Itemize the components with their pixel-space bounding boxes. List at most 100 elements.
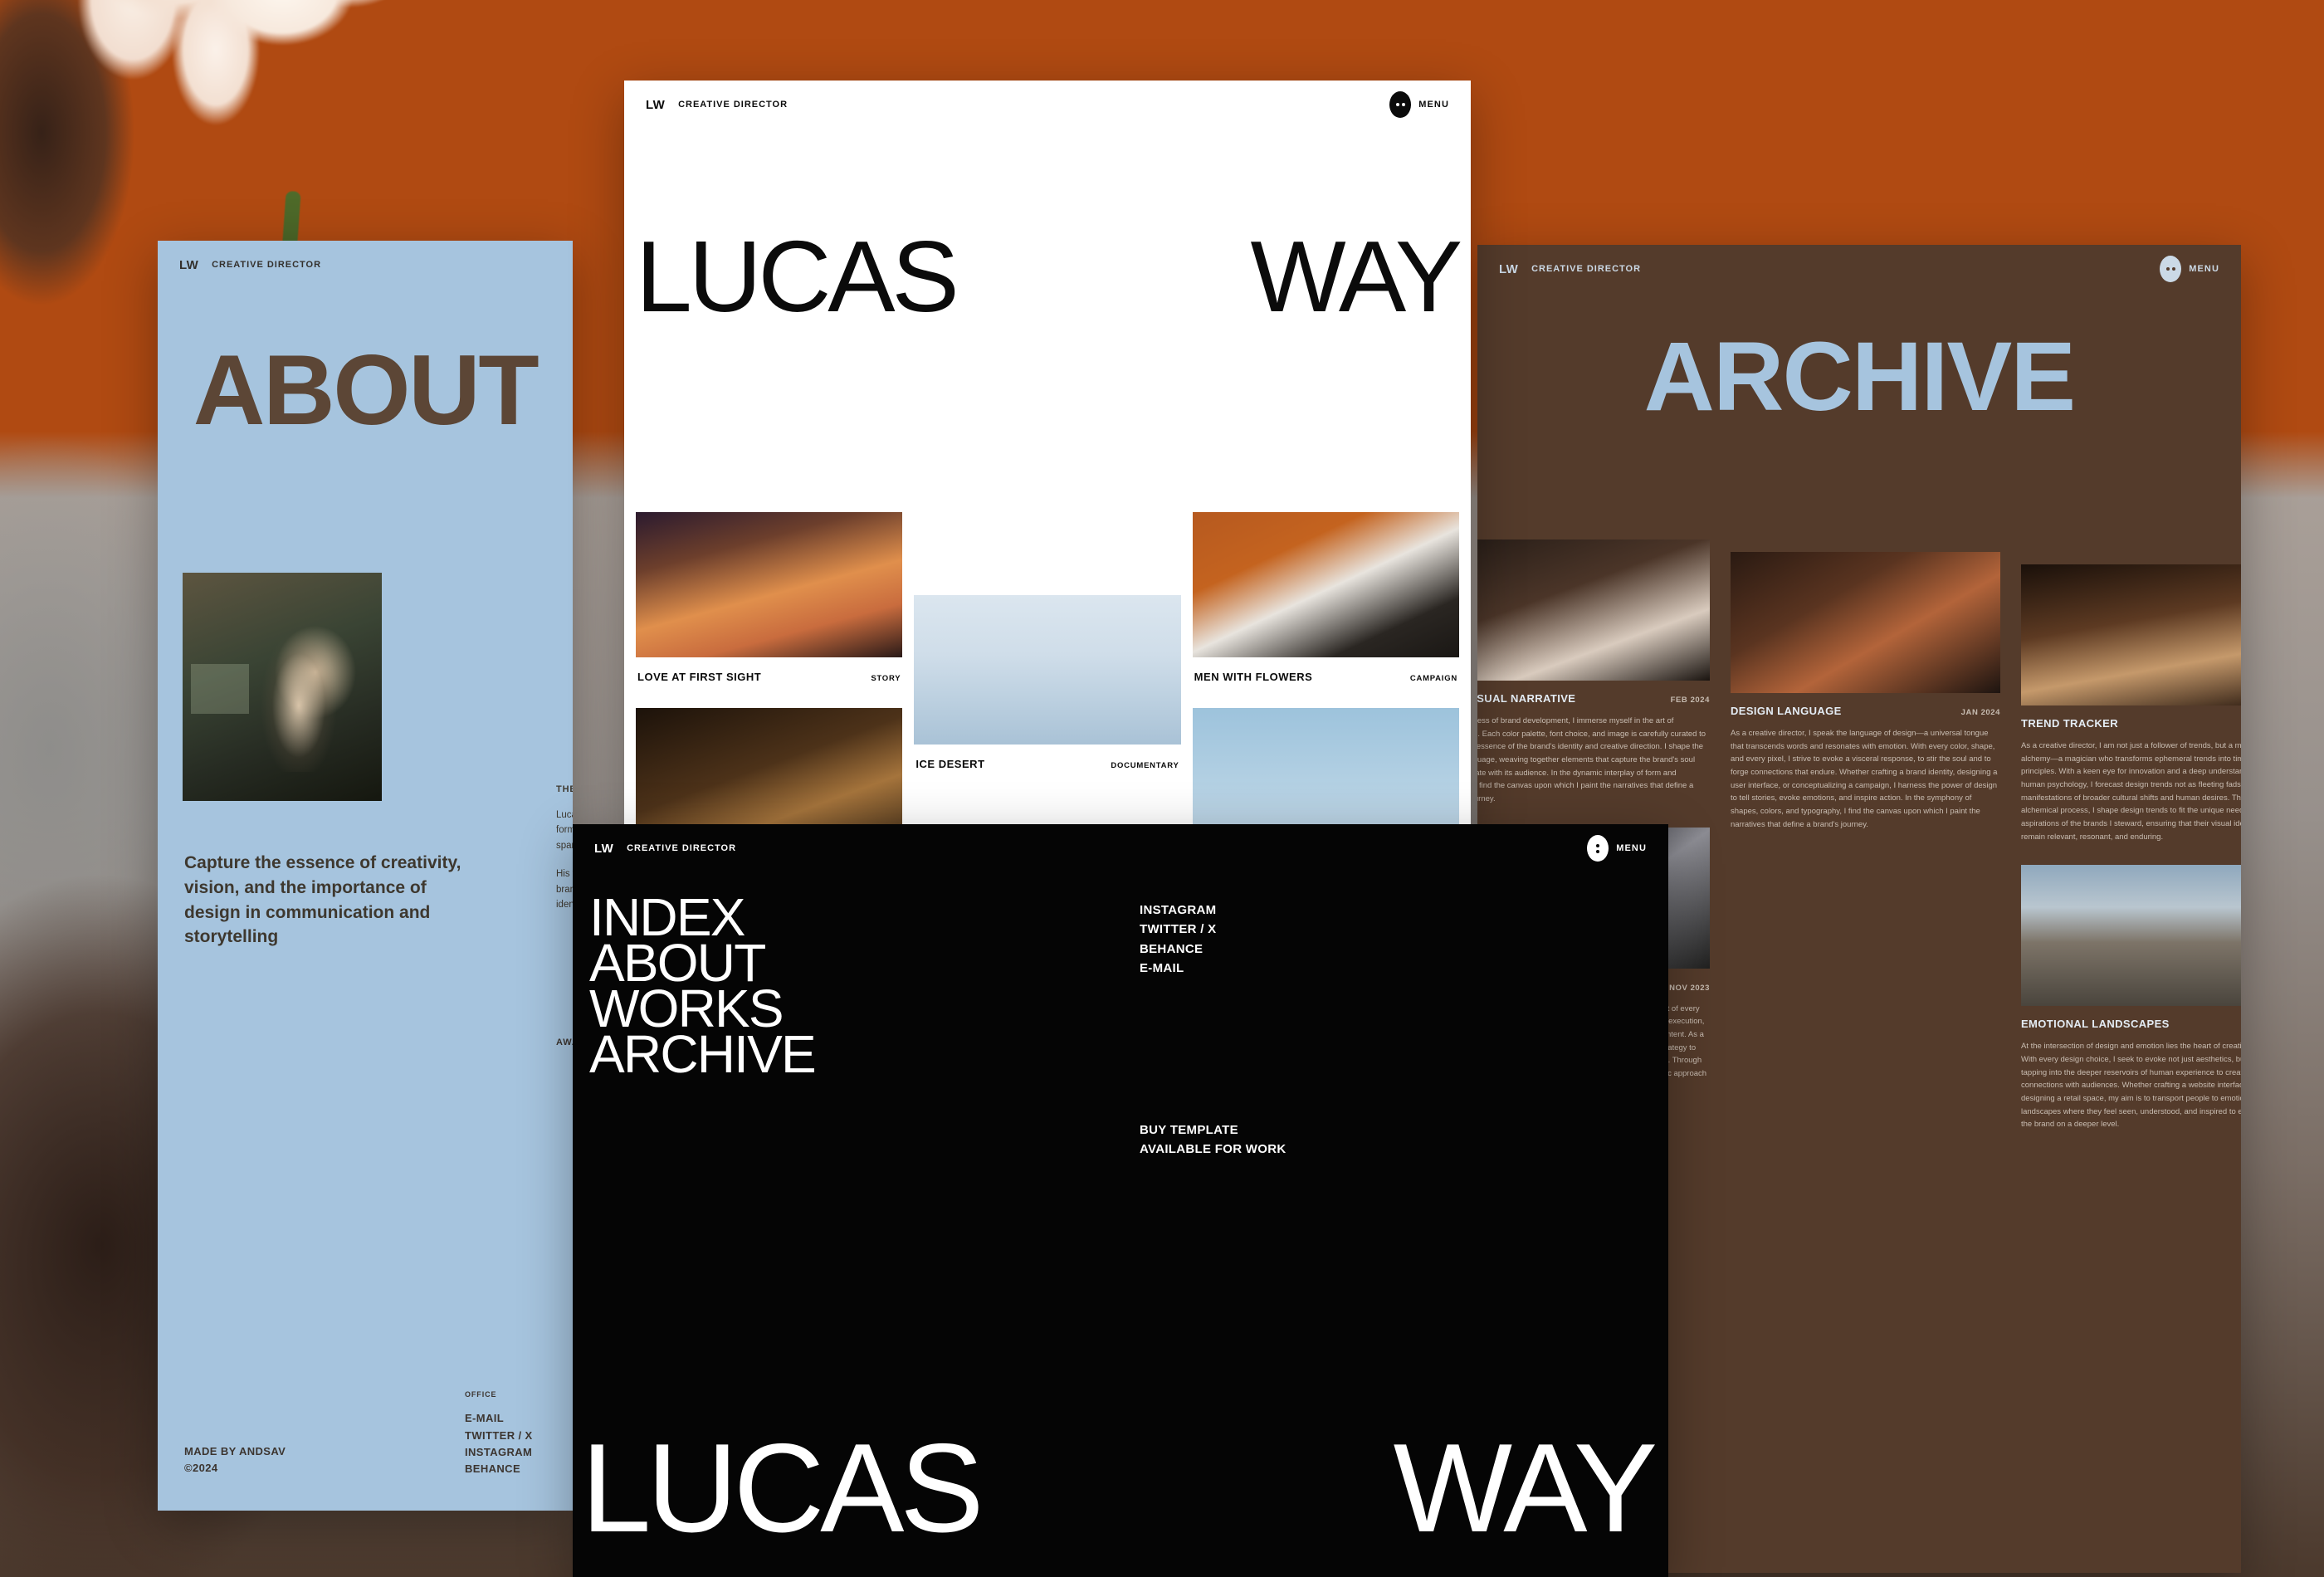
logo-lw[interactable]: LW xyxy=(646,98,665,112)
archive-entry[interactable]: TREND TRACKER JAN 2024 As a creative dir… xyxy=(2021,564,2241,843)
index-hero-name: LUCAS WAY xyxy=(636,220,1462,333)
office-link-instagram[interactable]: INSTAGRAM xyxy=(465,1444,533,1461)
menu-dots-icon[interactable] xyxy=(1389,91,1412,118)
menu-dots-vertical-icon[interactable] xyxy=(1587,835,1609,862)
work-thumbnail[interactable] xyxy=(636,708,903,828)
archive-thumbnail[interactable] xyxy=(2021,865,2241,1007)
work-thumbnail[interactable] xyxy=(914,595,1181,745)
menu-button-label: MENU xyxy=(1418,100,1449,110)
work-meta: ICE DESERT DOCUMENTARY xyxy=(914,745,1180,788)
menu-button-label: MENU xyxy=(1616,843,1647,853)
index-menu-button[interactable]: MENU xyxy=(1389,91,1449,118)
work-category: CAMPAIGN xyxy=(1409,674,1457,683)
work-item[interactable]: MEN WITH FLOWERS CAMPAIGN xyxy=(1192,512,1459,701)
menu-navigation-list: INDEX ABOUT WORKS ARCHIVE xyxy=(589,891,817,1081)
menu-dot xyxy=(2165,267,2170,271)
about-card-header: LW CREATIVE DIRECTOR xyxy=(158,241,573,289)
about-statement-text: Capture the essence of creativity, visio… xyxy=(184,853,461,947)
menu-dot xyxy=(1596,843,1600,847)
social-link-behance[interactable]: BEHANCE xyxy=(1140,940,1216,959)
about-page-title: ABOUT xyxy=(193,334,540,446)
menu-overlay-card[interactable]: LW CREATIVE DIRECTOR MENU INDEX ABOUT WO… xyxy=(573,824,1668,1577)
archive-column-2: DESIGN LANGUAGE JAN 2024 As a creative d… xyxy=(1731,552,2000,852)
index-works-grid: LOVE AT FIRST SIGHT STORY ICE DESERT DOC… xyxy=(636,512,1459,828)
hero-first-name: LUCAS xyxy=(636,220,959,333)
archive-entry-body: At the intersection of design and emotio… xyxy=(2021,1042,2241,1130)
logo-role-label: CREATIVE DIRECTOR xyxy=(212,260,322,270)
work-title: LOVE AT FIRST SIGHT xyxy=(637,671,762,683)
office-link-email[interactable]: E-MAIL xyxy=(465,1410,533,1427)
social-link-email[interactable]: E-MAIL xyxy=(1140,959,1216,978)
archive-entry-body: As a creative director, I speak the lang… xyxy=(1731,729,1998,829)
about-story-kicker: THE STORY xyxy=(556,784,573,794)
work-meta: MEN WITH FLOWERS CAMPAIGN xyxy=(1193,657,1459,701)
work-item[interactable] xyxy=(1192,708,1459,828)
about-story-paragraph-1: Lucas's journey into design began during… xyxy=(556,810,573,851)
works-column-left: LOVE AT FIRST SIGHT STORY xyxy=(636,512,903,828)
archive-entry-title: TREND TRACKER xyxy=(2021,717,2119,730)
about-footer-credit: MADE BY ANDSAV ©2024 xyxy=(184,1443,286,1476)
hero-last-name: WAY xyxy=(1393,1418,1658,1560)
buy-template-link[interactable]: BUY TEMPLATE xyxy=(1140,1120,1286,1140)
work-thumbnail[interactable] xyxy=(1192,708,1459,828)
social-link-instagram[interactable]: INSTAGRAM xyxy=(1140,901,1216,920)
work-title: MEN WITH FLOWERS xyxy=(1194,671,1313,683)
archive-entry-meta: EMOTIONAL LANDSCAPES NOV 2023 xyxy=(2021,1018,2241,1030)
work-item[interactable]: ICE DESERT DOCUMENTARY xyxy=(914,595,1181,788)
logo-role-label: CREATIVE DIRECTOR xyxy=(1531,264,1642,274)
menu-dots-icon[interactable] xyxy=(2160,256,2182,282)
made-by-label: MADE BY ANDSAV xyxy=(184,1445,286,1457)
archive-page-title: ARCHIVE xyxy=(1643,322,2076,432)
menu-dot xyxy=(2171,267,2175,271)
menu-social-links: INSTAGRAM TWITTER / X BEHANCE E-MAIL xyxy=(1140,901,1216,978)
about-page-card[interactable]: LW CREATIVE DIRECTOR ABOUT Capture the e… xyxy=(158,241,573,1511)
archive-card-header: LW CREATIVE DIRECTOR MENU xyxy=(1477,245,2241,293)
menu-button-label: MENU xyxy=(2189,264,2219,274)
menu-close-button[interactable]: MENU xyxy=(1587,835,1647,862)
menu-dot xyxy=(1401,103,1405,106)
archive-entry[interactable]: THE VISUAL NARRATIVE FEB 2024 In the pro… xyxy=(1477,540,1710,806)
nav-item-archive[interactable]: ARCHIVE xyxy=(589,1028,817,1081)
logo-role-label: CREATIVE DIRECTOR xyxy=(678,100,788,110)
archive-entry-meta: TREND TRACKER JAN 2024 xyxy=(2021,717,2241,730)
hero-last-name: WAY xyxy=(1250,220,1462,333)
portrait-person xyxy=(261,631,336,772)
work-thumbnail[interactable] xyxy=(1192,512,1459,657)
work-thumbnail[interactable] xyxy=(636,512,903,657)
work-item[interactable]: LOVE AT FIRST SIGHT STORY xyxy=(636,512,903,701)
archive-thumbnail[interactable] xyxy=(1477,540,1710,681)
about-story-block: THE STORY Lucas's journey into design be… xyxy=(556,784,573,912)
archive-entry-title: DESIGN LANGUAGE xyxy=(1731,705,1842,717)
office-kicker-label: OFFICE xyxy=(465,1389,497,1399)
office-link-twitter[interactable]: TWITTER / X xyxy=(465,1428,533,1444)
archive-entry-title: EMOTIONAL LANDSCAPES xyxy=(2021,1018,2170,1031)
menu-hero-name: LUCAS WAY xyxy=(581,1418,1658,1560)
archive-thumbnail[interactable] xyxy=(1731,552,2000,693)
copyright-year: ©2024 xyxy=(184,1461,218,1474)
logo-lw[interactable]: LW xyxy=(179,258,198,272)
logo-role-label: CREATIVE DIRECTOR xyxy=(627,843,737,853)
social-link-twitter[interactable]: TWITTER / X xyxy=(1140,920,1216,939)
works-column-right: MEN WITH FLOWERS CAMPAIGN xyxy=(1192,512,1459,828)
archive-thumbnail[interactable] xyxy=(2021,564,2241,706)
about-office-links: OFFICE E-MAIL TWITTER / X INSTAGRAM BEHA… xyxy=(465,1389,533,1478)
works-column-mid: ICE DESERT DOCUMENTARY xyxy=(914,512,1181,828)
available-for-work-link[interactable]: AVAILABLE FOR WORK xyxy=(1140,1140,1286,1159)
menu-card-header: LW CREATIVE DIRECTOR MENU xyxy=(573,824,1668,872)
archive-entry[interactable]: EMOTIONAL LANDSCAPES NOV 2023 At the int… xyxy=(2021,865,2241,1131)
work-category: DOCUMENTARY xyxy=(1111,761,1179,770)
office-link-behance[interactable]: BEHANCE xyxy=(465,1461,533,1477)
menu-dot xyxy=(1596,849,1600,853)
work-item[interactable] xyxy=(636,708,903,828)
hero-first-name: LUCAS xyxy=(581,1418,984,1560)
archive-entry[interactable]: DESIGN LANGUAGE JAN 2024 As a creative d… xyxy=(1731,552,2000,831)
index-card-header: LW CREATIVE DIRECTOR MENU xyxy=(624,81,1471,129)
menu-cta-links: BUY TEMPLATE AVAILABLE FOR WORK xyxy=(1140,1120,1286,1160)
logo-lw[interactable]: LW xyxy=(594,842,613,856)
about-awards-kicker: AWARDS xyxy=(556,1038,573,1047)
index-page-card[interactable]: LW CREATIVE DIRECTOR MENU LUCAS WAY LOVE… xyxy=(624,81,1471,828)
work-title: ICE DESERT xyxy=(915,758,985,770)
archive-entry-title: THE VISUAL NARRATIVE xyxy=(1477,692,1576,705)
archive-menu-button[interactable]: MENU xyxy=(2160,256,2219,282)
logo-lw[interactable]: LW xyxy=(1499,262,1518,276)
